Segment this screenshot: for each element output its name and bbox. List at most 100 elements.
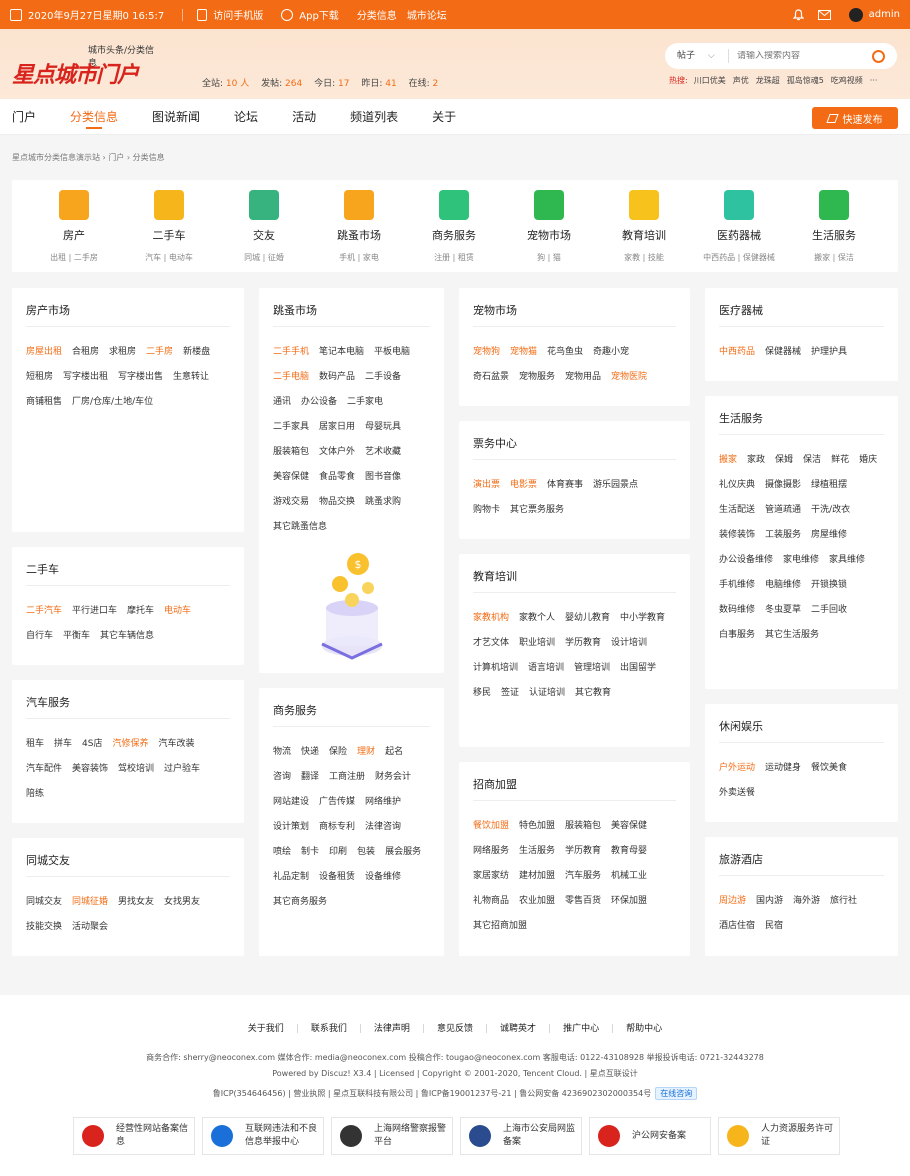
category-link[interactable]: 其它招商加盟: [473, 914, 527, 939]
category-link[interactable]: 二手手机: [273, 340, 309, 365]
category-4[interactable]: 商务服务 注册 | 租赁: [406, 180, 502, 272]
category-link[interactable]: 农业加盟: [519, 889, 555, 914]
category-link[interactable]: 短租房: [26, 365, 53, 390]
category-link[interactable]: 签证: [501, 681, 519, 706]
search-icon[interactable]: [872, 49, 885, 63]
category-link[interactable]: 广告传媒: [319, 790, 355, 815]
category-link[interactable]: 母婴玩具: [365, 415, 401, 440]
category-link[interactable]: 电影票: [510, 473, 537, 498]
category-link[interactable]: 语言培训: [528, 656, 564, 681]
category-link[interactable]: 搬家: [719, 448, 737, 473]
category-link[interactable]: 冬虫夏草: [765, 598, 801, 623]
category-link[interactable]: 起名: [385, 740, 403, 765]
category-link[interactable]: 其它票务服务: [510, 498, 564, 523]
category-link[interactable]: 喷绘: [273, 840, 291, 865]
category-link[interactable]: 物品交换: [319, 490, 355, 515]
search-type-select[interactable]: 帖子 ⌵: [665, 49, 729, 63]
category-link[interactable]: 美容保健: [273, 465, 309, 490]
nav-classified[interactable]: 分类信息: [70, 99, 118, 135]
site-logo[interactable]: 城市头条/分类信息 星点城市门户: [12, 43, 162, 89]
category-link[interactable]: 平衡车: [63, 624, 90, 649]
category-link[interactable]: 汽车服务: [565, 864, 601, 889]
category-link[interactable]: 二手设备: [365, 365, 401, 390]
category-link[interactable]: 学历教育: [565, 631, 601, 656]
category-link[interactable]: 餐饮加盟: [473, 814, 509, 839]
category-link[interactable]: 管道疏通: [765, 498, 801, 523]
category-link[interactable]: 家居家纺: [473, 864, 509, 889]
category-link[interactable]: 家教机构: [473, 606, 509, 631]
category-link[interactable]: 出国留学: [620, 656, 656, 681]
category-link[interactable]: 奇趣小宠: [593, 340, 629, 365]
mobile-link[interactable]: 访问手机版: [197, 7, 263, 22]
category-link[interactable]: 新楼盘: [183, 340, 210, 365]
category-link[interactable]: 网站建设: [273, 790, 309, 815]
category-link[interactable]: 写字楼出租: [63, 365, 108, 390]
app-download-link[interactable]: App下载: [281, 7, 339, 22]
category-link[interactable]: 教育母婴: [611, 839, 647, 864]
nav-about[interactable]: 关于: [432, 99, 456, 135]
category-5[interactable]: 宠物市场狗 | 猫: [501, 180, 597, 272]
category-link[interactable]: 网络服务: [473, 839, 509, 864]
category-link[interactable]: 房屋维修: [811, 523, 847, 548]
category-link[interactable]: 认证培训: [529, 681, 565, 706]
category-link[interactable]: 平行进口车: [72, 599, 117, 624]
category-sub[interactable]: 注册 | 租赁: [406, 252, 502, 263]
category-link[interactable]: 拼车: [54, 732, 72, 757]
category-link[interactable]: 移民: [473, 681, 491, 706]
category-link[interactable]: 家电维修: [783, 548, 819, 573]
category-link[interactable]: 宠物猫: [510, 340, 537, 365]
category-link[interactable]: 办公设备维修: [719, 548, 773, 573]
category-link[interactable]: 汽车配件: [26, 757, 62, 782]
breadcrumb[interactable]: 星点城市分类信息演示站 › 门户 › 分类信息: [12, 152, 165, 163]
category-link[interactable]: 文体户外: [319, 440, 355, 465]
category-link[interactable]: 学历教育: [565, 839, 601, 864]
category-link[interactable]: 房屋出租: [26, 340, 62, 365]
category-link[interactable]: 电脑维修: [765, 573, 801, 598]
record-badge[interactable]: 上海网络警察报警平台: [331, 1117, 453, 1155]
category-link[interactable]: 餐饮美食: [811, 756, 847, 781]
category-link[interactable]: 4S店: [82, 732, 102, 757]
category-link[interactable]: 购物卡: [473, 498, 500, 523]
nav-photo-news[interactable]: 图说新闻: [152, 99, 200, 135]
hot-item[interactable]: 吃鸡视频: [831, 76, 863, 85]
category-link[interactable]: 环保加盟: [611, 889, 647, 914]
category-link[interactable]: 包装: [357, 840, 375, 865]
category-link[interactable]: 保健器械: [765, 340, 801, 365]
category-link[interactable]: 美容保健: [611, 814, 647, 839]
category-link[interactable]: 设计培训: [611, 631, 647, 656]
category-link[interactable]: 装修装饰: [719, 523, 755, 548]
category-link[interactable]: 自行车: [26, 624, 53, 649]
category-link[interactable]: 酒店住宿: [719, 914, 755, 939]
category-link[interactable]: 工装服务: [765, 523, 801, 548]
category-link[interactable]: 同城交友: [26, 890, 62, 915]
footer-link[interactable]: 关于我们: [248, 1024, 284, 1034]
category-sub[interactable]: 中西药品 | 保健器械: [691, 252, 787, 263]
category-sub[interactable]: 狗 | 猫: [501, 252, 597, 263]
category-link[interactable]: 家具维修: [829, 548, 865, 573]
category-sub[interactable]: 家教 | 技能: [596, 252, 692, 263]
category-link[interactable]: 其它教育: [575, 681, 611, 706]
category-link[interactable]: 制卡: [301, 840, 319, 865]
category-sub[interactable]: 汽车 | 电动车: [121, 252, 217, 263]
category-link[interactable]: 美容装饰: [72, 757, 108, 782]
category-link[interactable]: 服装箱包: [565, 814, 601, 839]
category-link[interactable]: 商铺租售: [26, 390, 62, 415]
category-link[interactable]: 宠物用品: [565, 365, 601, 390]
category-link[interactable]: 零售百货: [565, 889, 601, 914]
footer-link[interactable]: 诚聘英才: [500, 1024, 536, 1034]
category-link[interactable]: 保险: [329, 740, 347, 765]
category-link[interactable]: 周边游: [719, 889, 746, 914]
category-1[interactable]: 二手车 汽车 | 电动车: [121, 180, 217, 272]
category-link[interactable]: 笔记本电脑: [319, 340, 364, 365]
topbar-link-forum[interactable]: 城市论坛: [407, 7, 447, 22]
category-2[interactable]: 交友 同城 | 征婚: [216, 180, 312, 272]
online-consult-button[interactable]: 在线咨询: [655, 1087, 698, 1100]
category-6[interactable]: 教育培训 家教 | 技能: [596, 180, 692, 272]
category-link[interactable]: 汽修保养: [112, 732, 148, 757]
category-link[interactable]: 演出票: [473, 473, 500, 498]
category-link[interactable]: 生活服务: [519, 839, 555, 864]
category-link[interactable]: 设备租赁: [319, 865, 355, 890]
category-link[interactable]: 财务会计: [375, 765, 411, 790]
category-link[interactable]: 数码维修: [719, 598, 755, 623]
category-link[interactable]: 特色加盟: [519, 814, 555, 839]
